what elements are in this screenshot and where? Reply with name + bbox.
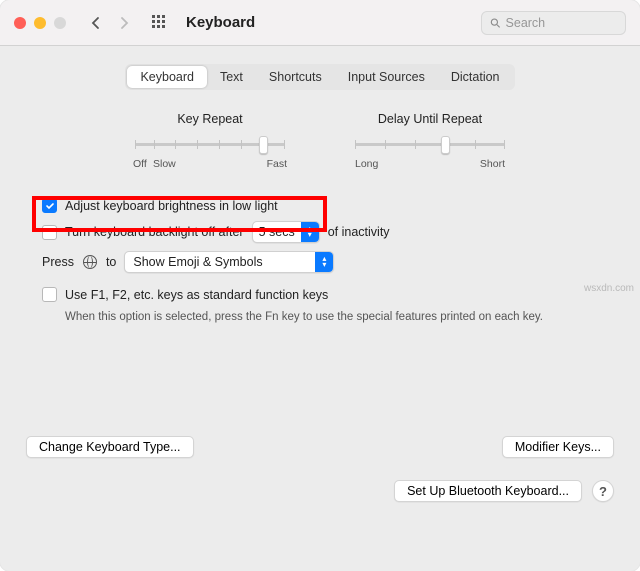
zoom-window-button[interactable] xyxy=(54,17,66,29)
tick-fast: Fast xyxy=(267,158,287,170)
footer-row-1: Change Keyboard Type... Modifier Keys... xyxy=(26,436,614,458)
fn-keys-row: Use F1, F2, etc. keys as standard functi… xyxy=(42,287,614,302)
press-globe-row: Press to Show Emoji & Symbols ▴▾ xyxy=(42,251,614,273)
press-label: Press xyxy=(42,255,74,269)
close-window-button[interactable] xyxy=(14,17,26,29)
window-controls xyxy=(14,17,66,29)
backlight-off-checkbox[interactable] xyxy=(42,225,57,240)
delay-repeat-label: Delay Until Repeat xyxy=(378,112,482,126)
backlight-off-label: Turn keyboard backlight off after xyxy=(65,225,244,239)
adjust-brightness-row: Adjust keyboard brightness in low light xyxy=(42,198,614,213)
backlight-duration-dropdown[interactable]: 5 secs ▴▾ xyxy=(252,221,320,243)
chevron-updown-icon: ▴▾ xyxy=(315,252,333,272)
search-input[interactable] xyxy=(506,16,617,30)
backlight-off-suffix: of inactivity xyxy=(328,225,390,239)
fn-keys-description: When this option is selected, press the … xyxy=(65,310,575,326)
keyboard-prefs-window: Keyboard Keyboard Text Shortcuts Input S… xyxy=(0,0,640,571)
adjust-brightness-label: Adjust keyboard brightness in low light xyxy=(65,199,278,213)
grid-icon xyxy=(152,15,168,31)
tab-text[interactable]: Text xyxy=(207,66,256,88)
change-keyboard-type-button[interactable]: Change Keyboard Type... xyxy=(26,436,194,458)
key-repeat-label: Key Repeat xyxy=(177,112,242,126)
tab-keyboard[interactable]: Keyboard xyxy=(127,66,207,88)
chevron-updown-icon: ▴▾ xyxy=(301,222,319,242)
search-icon xyxy=(490,17,501,29)
tick-long: Long xyxy=(355,158,378,170)
forward-button[interactable] xyxy=(112,11,136,35)
key-repeat-group: Key Repeat Off Slow Fast xyxy=(135,112,285,172)
modifier-keys-button[interactable]: Modifier Keys... xyxy=(502,436,614,458)
backlight-off-row: Turn keyboard backlight off after 5 secs… xyxy=(42,221,614,243)
watermark: wsxdn.com xyxy=(584,283,634,294)
setup-bluetooth-button[interactable]: Set Up Bluetooth Keyboard... xyxy=(394,480,582,502)
content-area: Keyboard Text Shortcuts Input Sources Di… xyxy=(0,46,640,520)
delay-repeat-group: Delay Until Repeat Long Short xyxy=(355,112,505,172)
fn-keys-checkbox[interactable] xyxy=(42,287,57,302)
backlight-duration-value: 5 secs xyxy=(253,225,301,239)
globe-icon xyxy=(83,255,97,269)
help-button[interactable]: ? xyxy=(592,480,614,502)
tick-off: Off xyxy=(133,158,147,170)
globe-action-value: Show Emoji & Symbols xyxy=(125,255,270,269)
footer-row-2: Set Up Bluetooth Keyboard... ? xyxy=(26,480,614,502)
tab-bar: Keyboard Text Shortcuts Input Sources Di… xyxy=(26,64,614,90)
fn-keys-label: Use F1, F2, etc. keys as standard functi… xyxy=(65,288,328,302)
back-button[interactable] xyxy=(84,11,108,35)
key-repeat-slider[interactable] xyxy=(135,136,285,154)
tab-input-sources[interactable]: Input Sources xyxy=(335,66,438,88)
tab-shortcuts[interactable]: Shortcuts xyxy=(256,66,335,88)
sliders-row: Key Repeat Off Slow Fast Delay Until Rep… xyxy=(26,112,614,172)
page-title: Keyboard xyxy=(186,14,255,31)
titlebar: Keyboard xyxy=(0,0,640,46)
tick-slow: Slow xyxy=(153,158,176,170)
adjust-brightness-checkbox[interactable] xyxy=(42,198,57,213)
to-label: to xyxy=(106,255,116,269)
globe-action-dropdown[interactable]: Show Emoji & Symbols ▴▾ xyxy=(124,251,334,273)
tick-short: Short xyxy=(480,158,505,170)
tab-dictation[interactable]: Dictation xyxy=(438,66,513,88)
minimize-window-button[interactable] xyxy=(34,17,46,29)
search-field[interactable] xyxy=(481,11,626,35)
show-all-button[interactable] xyxy=(148,11,172,35)
delay-repeat-slider[interactable] xyxy=(355,136,505,154)
